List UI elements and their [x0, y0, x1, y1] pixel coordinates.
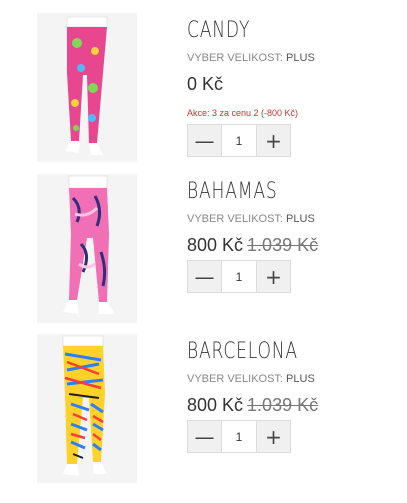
old-price: 1.039 Kč — [247, 395, 319, 415]
size-value[interactable]: PLUS — [286, 373, 315, 385]
product-image-barcelona[interactable] — [37, 334, 137, 483]
cart-item: CANDY VYBER VELIKOST: PLUS 0 Kč Akce: 3 … — [0, 13, 407, 173]
size-value[interactable]: PLUS — [286, 213, 315, 225]
decrease-quantity-button[interactable]: — — [188, 261, 221, 292]
product-name[interactable]: BAHAMAS — [187, 179, 278, 204]
price: 800 Kč 1.039 Kč — [187, 235, 318, 256]
product-name[interactable]: BARCELONA — [187, 339, 298, 364]
cart-item: BARCELONA VYBER VELIKOST: PLUS 800 Kč 1.0… — [0, 334, 407, 494]
current-price: 0 Kč — [187, 74, 224, 94]
quantity-input[interactable] — [221, 261, 257, 292]
increase-quantity-button[interactable]: + — [257, 421, 290, 452]
size-selector[interactable]: VYBER VELIKOST: PLUS — [187, 52, 315, 64]
quantity-input[interactable] — [221, 125, 257, 156]
promo-text: Akce: 3 za cenu 2 (-800 Kč) — [187, 108, 299, 118]
quantity-stepper: — + — [187, 420, 291, 453]
cart-item: BAHAMAS VYBER VELIKOST: PLUS 800 Kč 1.039… — [0, 174, 407, 334]
product-image-bahamas[interactable] — [37, 174, 137, 323]
leggings-image — [37, 174, 137, 323]
decrease-quantity-button[interactable]: — — [188, 125, 221, 156]
increase-quantity-button[interactable]: + — [257, 125, 290, 156]
size-value[interactable]: PLUS — [286, 52, 315, 64]
quantity-input[interactable] — [221, 421, 257, 452]
quantity-stepper: — + — [187, 260, 291, 293]
size-selector[interactable]: VYBER VELIKOST: PLUS — [187, 373, 315, 385]
size-label: VYBER VELIKOST: — [187, 52, 283, 64]
size-label: VYBER VELIKOST: — [187, 213, 283, 225]
size-selector[interactable]: VYBER VELIKOST: PLUS — [187, 213, 315, 225]
product-name[interactable]: CANDY — [187, 18, 250, 43]
leggings-image — [37, 13, 137, 162]
decrease-quantity-button[interactable]: — — [188, 421, 221, 452]
increase-quantity-button[interactable]: + — [257, 261, 290, 292]
quantity-stepper: — + — [187, 124, 291, 157]
leggings-image — [37, 334, 137, 483]
old-price: 1.039 Kč — [247, 235, 319, 255]
product-image-candy[interactable] — [37, 13, 137, 162]
current-price: 800 Kč — [187, 235, 244, 255]
size-label: VYBER VELIKOST: — [187, 373, 283, 385]
current-price: 800 Kč — [187, 395, 244, 415]
price: 0 Kč — [187, 74, 223, 95]
price: 800 Kč 1.039 Kč — [187, 395, 318, 416]
